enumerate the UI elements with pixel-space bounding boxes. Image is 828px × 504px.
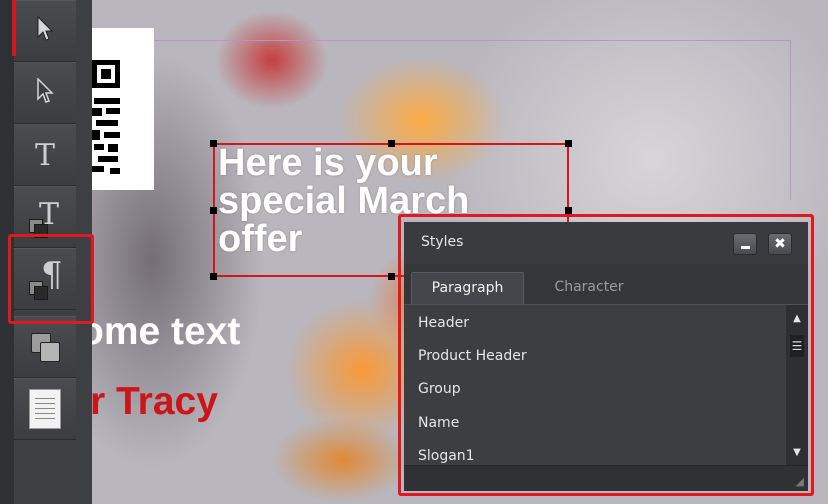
page-guide-right bbox=[790, 40, 791, 200]
resize-handle-tl[interactable] bbox=[210, 140, 217, 147]
direct-select-tool-button[interactable] bbox=[14, 62, 76, 124]
document-lines-icon bbox=[29, 389, 61, 429]
page-guide-top bbox=[154, 40, 790, 41]
object-style-tool-button[interactable] bbox=[14, 316, 76, 378]
text-tool-button[interactable]: T bbox=[14, 124, 76, 186]
styles-panel-highlight bbox=[398, 214, 814, 496]
document-tool-button[interactable] bbox=[14, 378, 76, 440]
character-style-icon: T bbox=[25, 197, 65, 238]
resize-handle-mr[interactable] bbox=[565, 207, 572, 214]
active-tool-indicator bbox=[12, 0, 16, 56]
resize-handle-bl[interactable] bbox=[210, 273, 217, 280]
name-text[interactable]: r Tracy bbox=[90, 380, 218, 424]
text-icon: T bbox=[34, 137, 55, 173]
paragraph-tool-highlight bbox=[8, 234, 94, 324]
object-style-icon bbox=[27, 329, 63, 365]
arrow-pointer-filled-icon bbox=[36, 15, 54, 46]
select-tool-button[interactable] bbox=[14, 0, 76, 62]
body-text[interactable]: ome text bbox=[80, 310, 240, 354]
resize-handle-ml[interactable] bbox=[210, 207, 217, 214]
resize-handle-bm[interactable] bbox=[388, 273, 395, 280]
qr-code-card[interactable] bbox=[92, 28, 154, 190]
resize-handle-tm[interactable] bbox=[388, 140, 395, 147]
arrow-pointer-outline-icon bbox=[36, 77, 54, 108]
resize-handle-tr[interactable] bbox=[565, 140, 572, 147]
qr-code-image bbox=[92, 60, 122, 186]
